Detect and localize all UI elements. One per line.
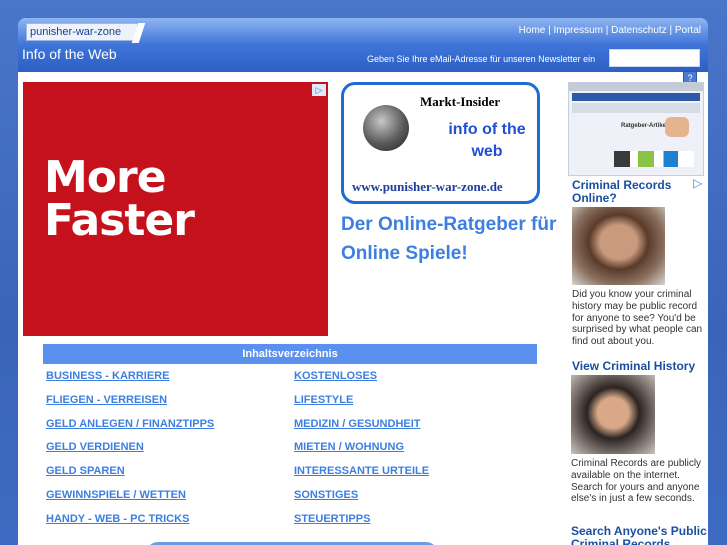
toc-heading: Inhaltsverzeichnis [43,344,537,364]
sub-bar: Info of the Web Geben Sie Ihre eMail-Adr… [18,45,708,72]
ad-title-criminal-records-online[interactable]: Criminal Records Online? [572,179,682,205]
yin-yang-icon [363,105,409,151]
site-tagline: Info of the Web [22,46,117,62]
ad-banner-large[interactable]: ▷ More Faster [23,82,328,336]
ad-photo-woman-2[interactable] [571,375,655,454]
ad-body-2: Criminal Records are publicly available … [571,458,702,505]
page: punisher-war-zone Home | Impressum | Dat… [18,18,708,545]
nav-separator: | [666,25,675,36]
site-logo[interactable]: punisher-war-zone [26,23,138,41]
thumb-row [572,103,700,113]
adchoices-icon[interactable]: ▷ [693,177,705,189]
toc-link-gewinnspiele-wetten[interactable]: GEWINNSPIELE / WETTEN [46,488,294,512]
ad-headline[interactable]: More Faster [44,156,314,243]
toc-link-steuertipps[interactable]: STEUERTIPPS [294,512,540,536]
ad-body-1: Did you know your criminal history may b… [572,289,703,348]
site-thumbnail[interactable]: Ratgeber-Artikel [568,82,704,176]
markt-insider-banner[interactable]: Markt-Insider info of the web www.punish… [341,82,540,204]
toc-link-mieten-wohnung[interactable]: MIETEN / WOHNUNG [294,440,540,464]
toc-link-geld-anlegen[interactable]: GELD ANLEGEN / FINANZTIPPS [46,417,294,441]
nav-portal[interactable]: Portal [675,25,701,36]
toc-link-interessante-urteile[interactable]: INTERESSANTE URTEILE [294,464,540,488]
toc-link-fliegen-verreisen[interactable]: FLIEGEN - VERREISEN [46,393,294,417]
toc-link-business-karriere[interactable]: BUSINESS - KARRIERE [46,369,294,393]
thumb-person-image [665,117,689,137]
nav-separator: | [602,25,612,36]
thumb-top-bar [569,83,703,91]
thumb-blocks [614,151,694,167]
banner-info: info of the web [448,121,526,160]
site-slogan: Der Online-Ratgeber für Online Spiele! [341,214,557,264]
ad-photo-woman[interactable] [572,207,665,285]
ad-title-search-public-records[interactable]: Search Anyone's Public Criminal Records [571,525,707,545]
newsletter-email-input[interactable] [609,49,700,67]
banner-name: Markt-Insider [420,94,501,109]
ad-title-view-criminal-history[interactable]: View Criminal History [572,360,704,373]
nav-home[interactable]: Home [519,25,546,36]
nav-impressum[interactable]: Impressum [554,25,603,36]
nav-separator: | [545,25,554,36]
toc-link-kostenloses[interactable]: KOSTENLOSES [294,369,540,393]
adchoices-icon[interactable]: ▷ [312,84,326,96]
top-navigation: Home | Impressum | Datenschutz | Portal [519,25,701,36]
toc-link-lifestyle[interactable]: LIFESTYLE [294,393,540,417]
banner-url: www.punisher-war-zone.de [352,179,503,194]
thumb-title: Ratgeber-Artikel [621,123,668,129]
toc-link-medizin-gesundheit[interactable]: MEDIZIN / GESUNDHEIT [294,417,540,441]
toc-link-handy-web-pc-tricks[interactable]: HANDY - WEB - PC TRICKS [46,512,294,536]
newsletter-label: Geben Sie Ihre eMail-Adresse für unseren… [367,54,596,64]
nav-datenschutz[interactable]: Datenschutz [611,25,667,36]
toc-link-sonstiges[interactable]: SONSTIGES [294,488,540,512]
toc-link-geld-sparen[interactable]: GELD SPAREN [46,464,294,488]
top-bar: punisher-war-zone Home | Impressum | Dat… [18,18,708,45]
ad-sidebar: ▷ Criminal Records Online? Did you know … [566,176,708,545]
toc-link-geld-verdienen[interactable]: GELD VERDIENEN [46,440,294,464]
thumb-banner [572,93,700,101]
toc-links: BUSINESS - KARRIERE KOSTENLOSES FLIEGEN … [46,369,540,536]
